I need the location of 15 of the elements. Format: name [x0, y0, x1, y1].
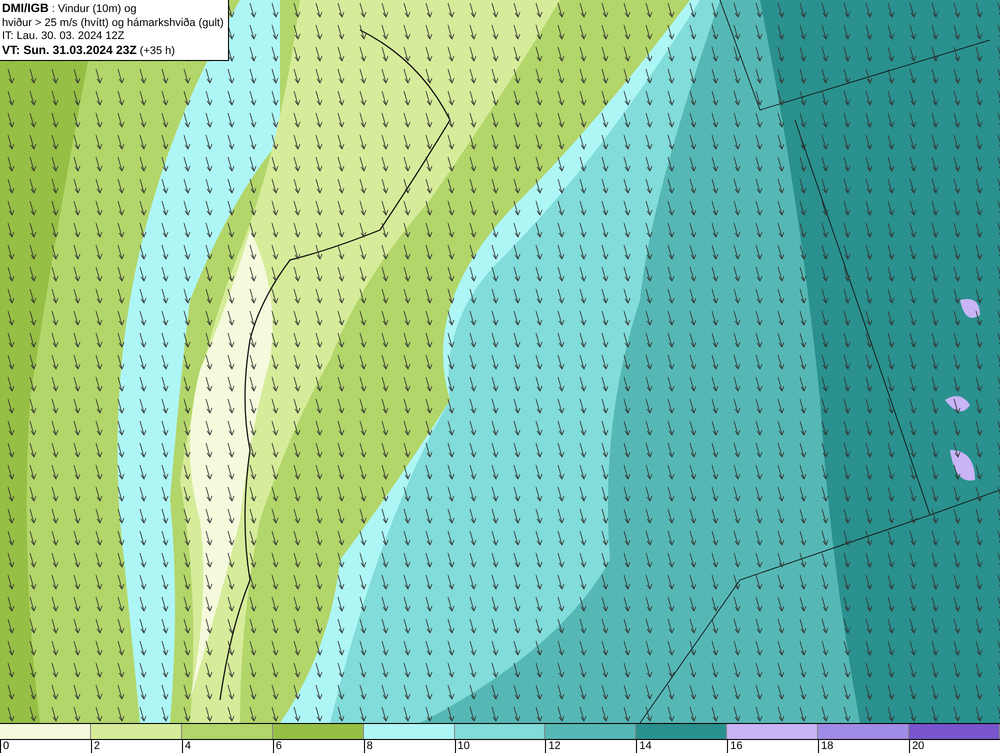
legend-text: VT: Sun. 31.03.2024 23Z (+35 h)	[2, 44, 176, 58]
scale-label: 8	[366, 740, 373, 752]
scale-label: 14	[639, 740, 652, 752]
scale-label: 16	[730, 740, 742, 752]
scale-label: 4	[184, 740, 191, 752]
scale-label: 10	[458, 740, 470, 752]
scale-label: 2	[94, 740, 100, 752]
legend-text: hviður > 25 m/s (hvítt) og hámarkshviða (gult)	[2, 16, 224, 30]
legend-text: IT: Lau. 30. 03. 2024 12Z	[2, 30, 126, 44]
scale-label: 12	[548, 740, 561, 752]
scale-label: 18	[821, 740, 834, 752]
scale-label: 20	[912, 740, 924, 752]
legend-text: DMI/IGB : Vindur (10m) og	[2, 2, 138, 16]
scale-label: 6	[276, 740, 282, 752]
scale-label: 0	[3, 740, 10, 752]
